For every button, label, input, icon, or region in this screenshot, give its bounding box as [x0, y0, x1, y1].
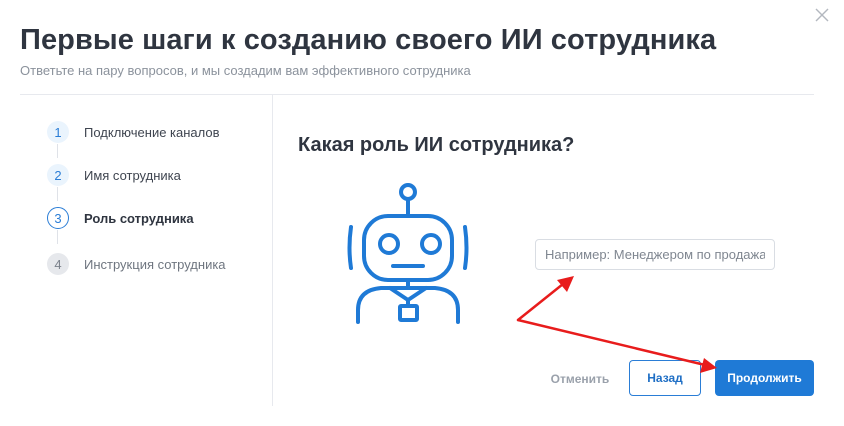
step-name[interactable]: 2 Имя сотрудника — [47, 163, 181, 187]
step-channels[interactable]: 1 Подключение каналов — [47, 120, 220, 144]
question-heading: Какая роль ИИ сотрудника? — [298, 134, 575, 156]
role-input[interactable] — [535, 239, 775, 270]
cancel-button[interactable]: Отменить — [543, 362, 617, 396]
step-connector — [57, 187, 58, 201]
sidebar-divider — [272, 95, 273, 406]
step-connector — [57, 144, 58, 158]
step-number: 3 — [47, 207, 69, 229]
dialog-title: Первые шаги к созданию своего ИИ сотрудн… — [20, 24, 717, 56]
header-divider — [20, 94, 814, 95]
step-number: 2 — [47, 164, 69, 186]
dialog-subtitle: Ответьте на пару вопросов, и мы создадим… — [20, 63, 471, 78]
step-label: Роль сотрудника — [84, 210, 194, 226]
step-number: 4 — [47, 253, 69, 275]
step-label: Имя сотрудника — [84, 167, 181, 183]
back-button[interactable]: Назад — [629, 360, 701, 396]
step-number: 1 — [47, 121, 69, 143]
close-icon[interactable] — [813, 6, 831, 24]
step-label: Подключение каналов — [84, 124, 220, 140]
step-connector — [57, 230, 58, 244]
step-instruction[interactable]: 4 Инструкция сотрудника — [47, 252, 226, 276]
step-role[interactable]: 3 Роль сотрудника — [47, 206, 194, 230]
step-label: Инструкция сотрудника — [84, 256, 226, 272]
robot-icon — [347, 183, 469, 324]
continue-button[interactable]: Продолжить — [715, 360, 814, 396]
arrow-head-input — [557, 276, 574, 292]
